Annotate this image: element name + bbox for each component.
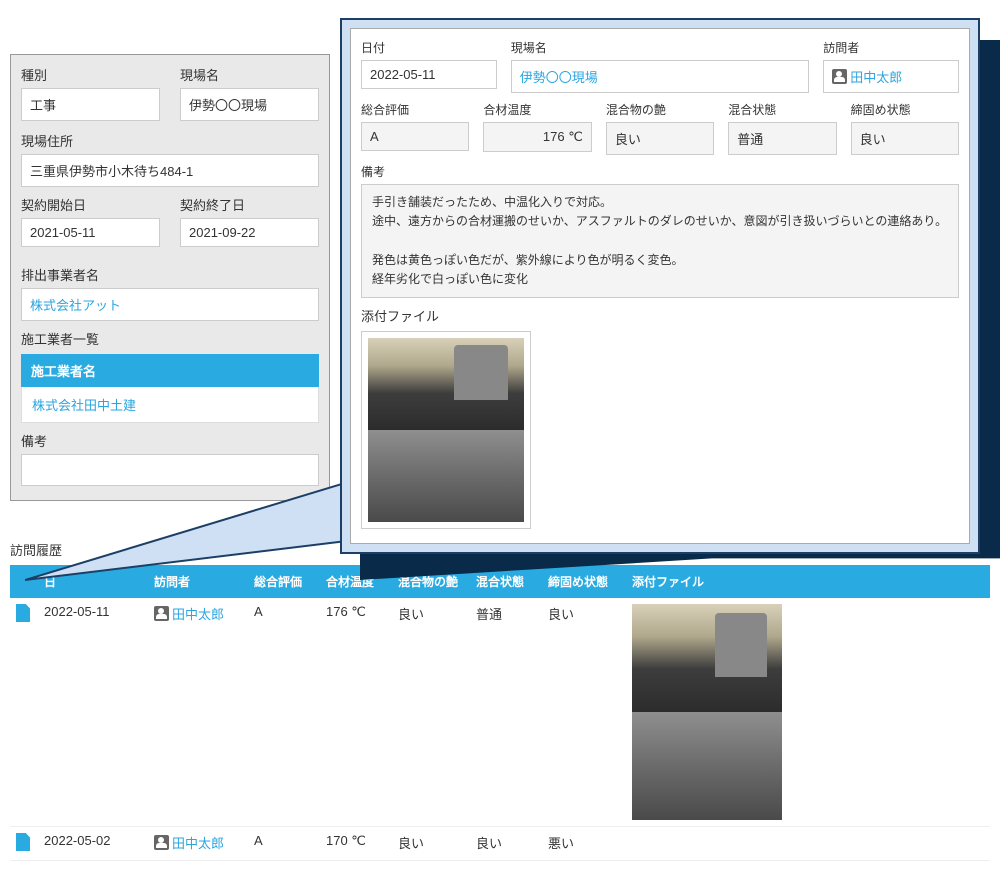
popup-remarks-body: 手引き舗装だったため、中温化入りで対応。 途中、遠方からの合材運搬のせいか、アス… (361, 184, 959, 298)
cell-overall: A (248, 598, 320, 827)
popup-field-site-name: 現場名 伊勢〇〇現場 (511, 39, 810, 93)
cell-compaction: 悪い (542, 827, 626, 861)
popup-remarks-label: 備考 (361, 163, 959, 180)
visit-history-section: 訪問履歴 日 訪問者 総合評価 合材温度 混合物の艶 混合状態 締固め状態 添付… (10, 540, 990, 861)
contract-start-value: 2021-05-11 (21, 218, 160, 247)
cell-date: 2022-05-02 (38, 827, 148, 861)
emitter-value-link[interactable]: 株式会社アット (21, 288, 319, 321)
cell-compaction: 良い (542, 598, 626, 827)
person-icon (832, 69, 847, 84)
popup-attach-label: 添付ファイル (361, 309, 439, 324)
popup-site-name-label: 現場名 (511, 39, 810, 56)
site-address-value: 三重県伊勢市小木待ち484-1 (21, 154, 319, 187)
attachment-thumbnail[interactable] (632, 604, 782, 712)
site-address-label: 現場住所 (21, 131, 319, 150)
field-emitter: 排出事業者名 株式会社アット (21, 265, 319, 321)
site-name-value: 伊勢〇〇現場 (180, 88, 319, 121)
popup-compaction-label: 締固め状態 (851, 101, 959, 118)
th-visitor: 訪問者 (148, 565, 248, 598)
attachment-thumbnail[interactable] (368, 338, 524, 430)
remarks-value (21, 454, 319, 486)
table-row[interactable]: 2022-05-02田中太郎A170 ℃良い良い悪い (10, 827, 990, 861)
popup-attach-area (361, 331, 531, 529)
popup-field-remarks: 備考 手引き舗装だったため、中温化入りで対応。 途中、遠方からの合材運搬のせいか… (361, 163, 959, 298)
cell-overall: A (248, 827, 320, 861)
remarks-label: 備考 (21, 431, 319, 450)
visit-history-table: 日 訪問者 総合評価 合材温度 混合物の艶 混合状態 締固め状態 添付ファイル … (10, 565, 990, 861)
cell-gloss: 良い (392, 598, 470, 827)
site-detail-panel: 種別 工事 現場名 伊勢〇〇現場 現場住所 三重県伊勢市小木待ち484-1 契約… (10, 54, 330, 501)
visit-detail-popup: 日付 2022-05-11 現場名 伊勢〇〇現場 訪問者 田中太郎 総合評価 A… (340, 18, 980, 554)
person-icon (154, 606, 169, 621)
type-label: 種別 (21, 65, 160, 84)
popup-field-date: 日付 2022-05-11 (361, 39, 497, 93)
field-site-name: 現場名 伊勢〇〇現場 (180, 65, 319, 121)
cell-material_temp: 170 ℃ (320, 827, 392, 861)
popup-overall-value: A (361, 122, 469, 151)
field-contract-start: 契約開始日 2021-05-11 (21, 195, 160, 247)
cell-attachments (626, 598, 990, 827)
popup-field-visitor: 訪問者 田中太郎 (823, 39, 959, 93)
popup-mix-value: 普通 (728, 122, 836, 155)
th-compaction: 締固め状態 (542, 565, 626, 598)
popup-field-material-temp: 合材温度 176 ℃ (483, 101, 591, 155)
cell-material_temp: 176 ℃ (320, 598, 392, 827)
contractors-label: 施工業者一覧 (21, 332, 99, 347)
th-attach: 添付ファイル (626, 565, 990, 598)
th-overall: 総合評価 (248, 565, 320, 598)
cell-visitor[interactable]: 田中太郎 (148, 827, 248, 861)
person-icon (154, 835, 169, 850)
attachment-thumbnail[interactable] (632, 712, 782, 820)
visitor-link: 田中太郎 (172, 836, 224, 851)
attachment-thumbnail[interactable] (368, 430, 524, 522)
type-value: 工事 (21, 88, 160, 121)
document-icon[interactable] (16, 833, 30, 851)
visitor-link: 田中太郎 (172, 607, 224, 622)
popup-visitor-link[interactable]: 田中太郎 (823, 60, 959, 93)
contractor-row-link[interactable]: 株式会社田中土建 (21, 387, 319, 423)
popup-date-label: 日付 (361, 39, 497, 56)
popup-field-compaction: 締固め状態 良い (851, 101, 959, 155)
contract-end-value: 2021-09-22 (180, 218, 319, 247)
th-date: 日 (38, 565, 148, 598)
cell-visitor[interactable]: 田中太郎 (148, 598, 248, 827)
table-row[interactable]: 2022-05-11田中太郎A176 ℃良い普通良い (10, 598, 990, 827)
popup-gloss-label: 混合物の艶 (606, 101, 714, 118)
popup-date-value[interactable]: 2022-05-11 (361, 60, 497, 89)
contractor-table-header: 施工業者名 (21, 354, 319, 387)
cell-gloss: 良い (392, 827, 470, 861)
field-type: 種別 工事 (21, 65, 160, 121)
emitter-label: 排出事業者名 (21, 265, 319, 284)
popup-overall-label: 総合評価 (361, 101, 469, 118)
field-site-address: 現場住所 三重県伊勢市小木待ち484-1 (21, 131, 319, 187)
field-remarks: 備考 (21, 431, 319, 486)
document-icon[interactable] (16, 604, 30, 622)
popup-visitor-label: 訪問者 (823, 39, 959, 56)
cell-mix: 普通 (470, 598, 542, 827)
popup-field-gloss: 混合物の艶 良い (606, 101, 714, 155)
cell-mix: 良い (470, 827, 542, 861)
cell-attachments (626, 827, 990, 861)
cell-date: 2022-05-11 (38, 598, 148, 827)
popup-field-overall: 総合評価 A (361, 101, 469, 155)
popup-field-mix: 混合状態 普通 (728, 101, 836, 155)
popup-mix-label: 混合状態 (728, 101, 836, 118)
popup-visitor-value: 田中太郎 (850, 70, 902, 85)
popup-material-temp-label: 合材温度 (483, 101, 591, 118)
contract-start-label: 契約開始日 (21, 195, 160, 214)
popup-compaction-value: 良い (851, 122, 959, 155)
popup-gloss-value: 良い (606, 122, 714, 155)
contract-end-label: 契約終了日 (180, 195, 319, 214)
popup-material-temp-value: 176 ℃ (483, 122, 591, 152)
popup-site-name-link[interactable]: 伊勢〇〇現場 (511, 60, 810, 93)
field-contract-end: 契約終了日 2021-09-22 (180, 195, 319, 247)
site-name-label: 現場名 (180, 65, 319, 84)
